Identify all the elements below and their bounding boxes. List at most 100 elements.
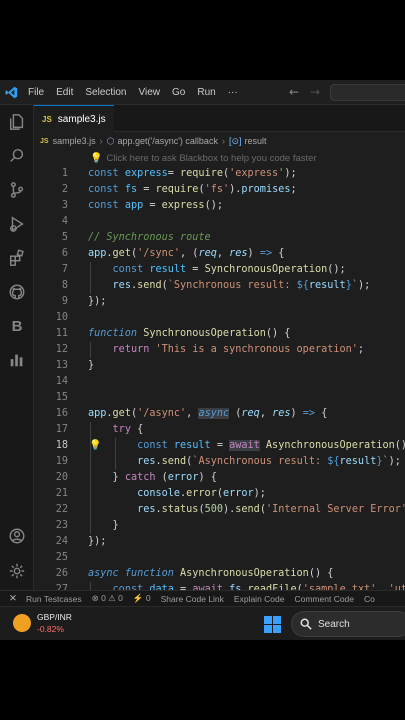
code-line[interactable]: 14 [34,374,405,390]
code-text: } [88,360,95,371]
line-number: 8 [61,280,68,291]
taskbar-search[interactable]: Search [291,611,405,637]
indent-guide [90,582,91,590]
extensions-icon[interactable] [6,247,28,269]
blackbox-hint[interactable]: 💡 Click here to ask Blackbox to help you… [90,150,317,166]
vscode-logo-icon [0,80,22,105]
line-number: 10 [55,312,68,323]
code-line[interactable]: 15 [34,390,405,406]
breadcrumb-variable[interactable]: result [245,136,267,146]
editor-tabs: JS sample3.js [34,105,405,132]
code-text: }); [88,296,107,307]
code-line[interactable]: 9}); [34,294,405,310]
code-text: res.send(`Synchronous result: ${result}`… [112,280,371,291]
windows-taskbar: GBP/INR -0.82% Search [0,606,405,640]
line-number: 24 [55,536,68,547]
menu-run[interactable]: Run [191,87,221,98]
back-arrow-icon[interactable]: ← [289,85,299,99]
code-editor[interactable]: 💡 Click here to ask Blackbox to help you… [34,150,405,590]
code-line[interactable]: 5 // Synchronous route [34,230,405,246]
stock-widget-icon[interactable] [13,614,31,632]
line-number: 7 [61,264,68,275]
line-number: 4 [61,216,68,227]
code-text: } [112,520,119,531]
line-number: 22 [55,504,68,515]
title-bar: File Edit Selection View Go Run ··· ← → [0,80,405,105]
account-icon[interactable] [6,525,28,547]
forward-arrow-icon[interactable]: → [310,85,320,99]
settings-gear-icon[interactable] [6,560,28,582]
search-icon [300,618,312,630]
js-file-icon: JS [42,114,52,124]
status-explain-code[interactable]: Explain Code [234,594,285,604]
indent-guide [90,486,91,518]
line-number: 26 [55,568,68,579]
menu-view[interactable]: View [133,87,167,98]
code-line[interactable]: 26 async function AsynchronousOperation()… [34,566,405,582]
code-line[interactable]: 11 function SynchronousOperation() { [34,326,405,342]
stats-icon[interactable] [6,349,28,371]
explorer-icon[interactable] [6,111,28,133]
remote-icon[interactable]: ⨯ [0,591,26,607]
code-line[interactable]: 2 const fs = require('fs').promises; [34,182,405,198]
code-text: console.error(error); [137,488,266,499]
code-line[interactable]: 24}); [34,534,405,550]
ticker-change: -0.82% [37,624,64,634]
menu-file[interactable]: File [22,87,50,98]
code-line[interactable]: 6 app.get('/sync', (req, res) => { [34,246,405,262]
code-line[interactable]: 3 const app = express(); [34,198,405,214]
status-ports[interactable]: ⚡ 0 [133,593,151,604]
line-number: 9 [61,296,68,307]
source-control-icon[interactable] [6,179,28,201]
line-number: 20 [55,472,68,483]
ticker-symbol[interactable]: GBP/INR [37,612,72,622]
code-line[interactable]: 4 [34,214,405,230]
status-bar: ⨯ Run Testcases ⊗ 0 ⚠ 0 ⚡ 0 Share Code L… [0,590,405,606]
method-icon: ⬡ [106,135,115,146]
breadcrumb-callback[interactable]: app.get('/async') callback [117,136,218,146]
tab-sample3-js[interactable]: JS sample3.js [34,105,114,132]
line-number: 27 [55,584,68,590]
line-number: 23 [55,520,68,531]
line-number: 13 [55,360,68,371]
menu-selection[interactable]: Selection [79,87,132,98]
code-text: function SynchronousOperation() { [88,328,291,339]
status-share-code-link[interactable]: Share Code Link [161,594,224,604]
windows-start-icon[interactable] [264,616,281,633]
run-debug-icon[interactable] [6,213,28,235]
menu-edit[interactable]: Edit [50,87,79,98]
github-icon[interactable] [6,281,28,303]
js-file-icon: JS [40,137,49,145]
line-number: 18 [55,440,68,451]
code-line[interactable]: 1 const express= require('express'); [34,166,405,182]
indent-guide [90,262,91,294]
breadcrumb-file[interactable]: sample3.js [53,136,96,146]
status-comment-code[interactable]: Comment Code [294,594,354,604]
code-line[interactable]: 25 [34,550,405,566]
status-problems[interactable]: ⊗ 0 ⚠ 0 [92,593,123,604]
code-text: app.get('/sync', (req, res) => { [88,248,285,259]
line-number: 17 [55,424,68,435]
lightbulb-icon: 💡 [90,152,103,164]
menu-more[interactable]: ··· [222,87,244,98]
line-number: 5 [61,232,68,243]
code-text: }); [88,536,107,547]
menu-go[interactable]: Go [166,87,191,98]
code-text: const app = express(); [88,200,223,211]
code-text: res.status(500).send('Internal Server Er… [137,504,405,515]
code-text: } catch (error) { [112,472,217,483]
code-line[interactable]: 10 [34,310,405,326]
code-text: const result = await AsynchronousOperati… [137,440,405,451]
blackbox-icon[interactable]: B [6,315,28,337]
line-number: 12 [55,344,68,355]
status-more[interactable]: Co [364,594,375,604]
line-number: 2 [61,184,68,195]
code-line[interactable]: 16 app.get('/async', async (req, res) => … [34,406,405,422]
line-number: 25 [55,552,68,563]
code-text: const data = await fs.readFile('sample.t… [112,584,405,590]
code-text: const fs = require('fs').promises; [88,184,297,195]
code-line[interactable]: 13} [34,358,405,374]
command-center[interactable] [330,84,405,101]
search-icon[interactable] [6,145,28,167]
status-run-testcases[interactable]: Run Testcases [26,594,82,604]
